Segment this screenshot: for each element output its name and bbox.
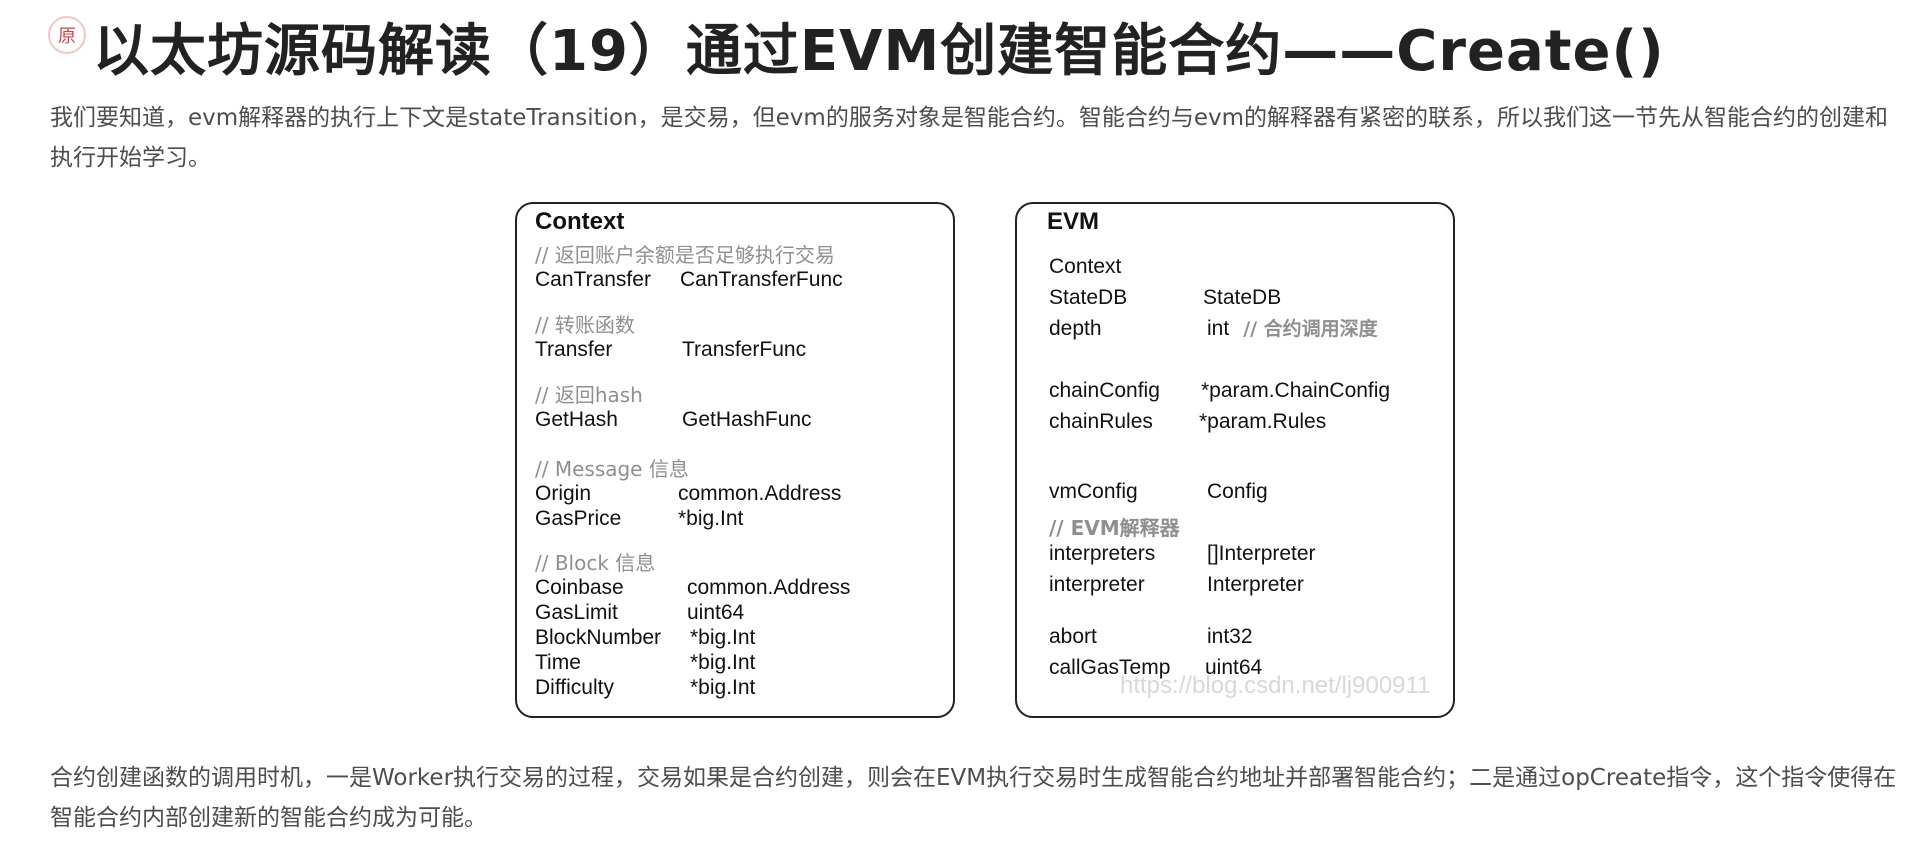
field-type-with-comment: int // 合约调用深度 xyxy=(1207,316,1378,342)
field-row-time: Time *big.Int xyxy=(535,650,935,676)
field-row-transfer: Transfer TransferFunc xyxy=(535,337,935,363)
field-type: []Interpreter xyxy=(1207,542,1316,565)
field-type: Config xyxy=(1207,480,1268,503)
field-row-depth: depth int // 合约调用深度 xyxy=(1049,316,1439,342)
context-comment-gethash: // 返回hash xyxy=(535,383,643,407)
context-comment-can-transfer: // 返回账户余额是否足够执行交易 xyxy=(535,243,835,267)
evm-card-title: EVM xyxy=(1047,208,1100,235)
field-type: int32 xyxy=(1207,625,1253,648)
field-row-origin: Origin common.Address xyxy=(535,481,935,507)
struct-diagram: Context // 返回账户余额是否足够执行交易 CanTransfer Ca… xyxy=(515,200,1455,722)
field-row-gasprice: GasPrice *big.Int xyxy=(535,506,935,532)
evm-comment-interpreter: // EVM解释器 xyxy=(1049,516,1180,540)
field-type: *big.Int xyxy=(678,507,744,530)
field-type: TransferFunc xyxy=(682,338,807,361)
field-row-chainconfig: chainConfig *param.ChainConfig xyxy=(1049,378,1439,404)
field-name: interpreters xyxy=(1049,542,1156,565)
field-row-vmconfig: vmConfig Config xyxy=(1049,479,1439,505)
field-name: StateDB xyxy=(1049,286,1128,309)
original-badge: 原 xyxy=(48,16,86,54)
field-type: int xyxy=(1207,317,1230,340)
field-type: StateDB xyxy=(1203,286,1282,309)
field-name: interpreter xyxy=(1049,573,1145,596)
field-type: *param.Rules xyxy=(1199,410,1327,433)
intro-paragraph: 我们要知道，evm解释器的执行上下文是stateTransition，是交易，但… xyxy=(50,105,1888,171)
field-name: Coinbase xyxy=(535,576,624,599)
field-name: abort xyxy=(1049,625,1097,648)
field-name: Difficulty xyxy=(535,676,614,699)
field-type: GetHashFunc xyxy=(682,408,812,431)
field-type: uint64 xyxy=(687,601,745,624)
article-title: 以太坊源码解读（19）通过EVM创建智能合约——Create() xyxy=(93,19,1665,84)
evm-struct-card: EVM Context StateDB StateDB depth int // … xyxy=(1015,202,1455,718)
field-name: BlockNumber xyxy=(535,626,662,649)
field-name: GasLimit xyxy=(535,601,618,624)
depth-comment: // 合约调用深度 xyxy=(1243,318,1378,340)
field-type: *big.Int xyxy=(690,626,756,649)
field-name: Transfer xyxy=(535,338,613,361)
field-name: CanTransfer xyxy=(535,268,651,291)
field-row-coinbase: Coinbase common.Address xyxy=(535,575,935,601)
field-row-context: Context xyxy=(1049,254,1439,280)
field-name: Time xyxy=(535,651,581,674)
field-row-difficulty: Difficulty *big.Int xyxy=(535,675,935,701)
field-row-interpreters: interpreters []Interpreter xyxy=(1049,541,1439,567)
field-row-chainrules: chainRules *param.Rules xyxy=(1049,409,1439,435)
field-type: *param.ChainConfig xyxy=(1201,379,1391,402)
field-type: Interpreter xyxy=(1207,573,1304,596)
field-row-gethash: GetHash GetHashFunc xyxy=(535,407,935,433)
field-name: Context xyxy=(1049,255,1122,278)
field-name: GasPrice xyxy=(535,507,622,530)
field-name: GetHash xyxy=(535,408,618,431)
context-comment-block: // Block 信息 xyxy=(535,551,656,575)
bottom-paragraph: 合约创建函数的调用时机，一是Worker执行交易的过程，交易如果是合约创建，则会… xyxy=(50,765,1897,831)
field-row-blocknumber: BlockNumber *big.Int xyxy=(535,625,935,651)
context-card-title: Context xyxy=(535,208,625,235)
title-row: 原 以太坊源码解读（19）通过EVM创建智能合约——Create() xyxy=(48,14,1665,90)
field-row-cantransfer: CanTransfer CanTransferFunc xyxy=(535,267,935,293)
field-type: CanTransferFunc xyxy=(680,268,843,291)
field-name: chainRules xyxy=(1049,410,1153,433)
field-type: *big.Int xyxy=(690,676,756,699)
context-comment-message: // Message 信息 xyxy=(535,457,689,481)
field-row-gaslimit: GasLimit uint64 xyxy=(535,600,935,626)
field-name: Origin xyxy=(535,482,592,505)
field-name: depth xyxy=(1049,317,1102,340)
context-comment-transfer: // 转账函数 xyxy=(535,313,635,337)
field-type: common.Address xyxy=(687,576,851,599)
context-struct-card: Context // 返回账户余额是否足够执行交易 CanTransfer Ca… xyxy=(515,202,955,718)
field-row-abort: abort int32 xyxy=(1049,624,1439,650)
field-type: *big.Int xyxy=(690,651,756,674)
field-name: chainConfig xyxy=(1049,379,1160,402)
csdn-watermark: https://blog.csdn.net/lj900911 xyxy=(1120,672,1431,699)
field-row-interpreter: interpreter Interpreter xyxy=(1049,572,1439,598)
field-row-statedb: StateDB StateDB xyxy=(1049,285,1439,311)
field-name: vmConfig xyxy=(1049,480,1138,503)
field-type: common.Address xyxy=(678,482,842,505)
